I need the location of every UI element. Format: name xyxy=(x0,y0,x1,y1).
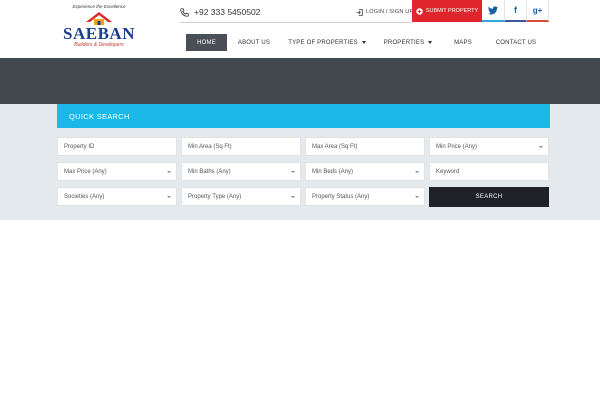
nav-item-type-of-properties[interactable]: TYPE OF PROPERTIES xyxy=(281,34,373,51)
property-type-select[interactable]: Property Type (Any) xyxy=(181,187,301,206)
facebook-button[interactable]: f xyxy=(504,0,526,22)
select-value: Min Baths (Any) xyxy=(188,168,231,175)
field-placeholder: Max Area (Sq Ft) xyxy=(312,143,358,150)
site-header: Experience the Excellence SAEBAN Builder… xyxy=(0,0,600,58)
twitter-button[interactable] xyxy=(482,0,504,22)
chevron-down-icon xyxy=(167,171,171,173)
topbar-divider xyxy=(180,22,412,23)
min-price-select[interactable]: Min Price (Any) xyxy=(429,137,549,156)
phone-icon xyxy=(180,7,189,17)
max-price-select[interactable]: Max Price (Any) xyxy=(57,162,177,181)
main-nav: HOME ABOUT US TYPE OF PROPERTIES PROPERT… xyxy=(186,34,549,51)
select-value: Min Beds (Any) xyxy=(312,168,354,175)
chevron-down-icon xyxy=(167,196,171,198)
chevron-down-icon xyxy=(428,41,433,44)
login-label: LOGIN / SIGN UP xyxy=(366,9,414,15)
logo-name: SAEBAN xyxy=(63,24,135,43)
nav-label: CONTACT US xyxy=(495,39,537,46)
nav-label: TYPE OF PROPERTIES xyxy=(288,39,358,46)
submit-property-button[interactable]: SUBMIT PROPERTY xyxy=(412,0,482,22)
field-placeholder: Property ID xyxy=(64,143,95,150)
site-logo[interactable]: Experience the Excellence SAEBAN Builder… xyxy=(58,4,140,54)
chevron-down-icon xyxy=(291,171,295,173)
facebook-icon: f xyxy=(514,5,517,15)
property-id-input[interactable]: Property ID xyxy=(57,137,177,156)
field-placeholder: Min Area (Sq Ft) xyxy=(188,143,232,150)
select-value: Societies (Any) xyxy=(64,193,105,200)
nav-label: ABOUT US xyxy=(237,39,271,46)
chevron-down-icon xyxy=(291,196,295,198)
twitter-icon xyxy=(488,5,498,14)
max-area-input[interactable]: Max Area (Sq Ft) xyxy=(305,137,425,156)
google-plus-button[interactable]: g+ xyxy=(526,0,549,22)
logo-subtitle: Builders & Developers xyxy=(74,42,124,48)
select-value: Property Type (Any) xyxy=(188,193,242,200)
societies-select[interactable]: Societies (Any) xyxy=(57,187,177,206)
google-plus-icon: g+ xyxy=(532,5,543,15)
min-area-input[interactable]: Min Area (Sq Ft) xyxy=(181,137,301,156)
search-button-label: SEARCH xyxy=(475,194,503,200)
logo-tagline: Experience the Excellence xyxy=(72,4,126,9)
chevron-down-icon xyxy=(415,171,419,173)
hero-banner xyxy=(0,58,600,104)
plus-circle-icon xyxy=(416,7,423,15)
select-value: Max Price (Any) xyxy=(64,168,107,175)
chevron-down-icon xyxy=(539,146,543,148)
property-status-select[interactable]: Property Status (Any) xyxy=(305,187,425,206)
select-value: Min Price (Any) xyxy=(436,143,478,150)
select-value: Property Status (Any) xyxy=(312,193,370,200)
field-placeholder: Keyword xyxy=(436,168,460,175)
keyword-input[interactable]: Keyword xyxy=(429,162,549,181)
nav-item-home[interactable]: HOME xyxy=(186,34,227,51)
nav-item-properties[interactable]: PROPERTIES xyxy=(373,34,443,51)
quick-search-title: QUICK SEARCH xyxy=(57,104,550,128)
phone-number: +92 333 5450502 xyxy=(194,7,261,17)
min-beds-select[interactable]: Min Beds (Any) xyxy=(305,162,425,181)
chevron-down-icon xyxy=(361,41,366,44)
chevron-down-icon xyxy=(415,196,419,198)
nav-label: HOME xyxy=(197,39,216,46)
nav-item-about-us[interactable]: ABOUT US xyxy=(227,34,281,51)
login-signup-link[interactable]: LOGIN / SIGN UP xyxy=(356,6,413,18)
search-button[interactable]: SEARCH xyxy=(429,187,549,207)
nav-item-contact-us[interactable]: CONTACT US xyxy=(483,34,549,51)
nav-label: PROPERTIES xyxy=(383,39,425,46)
nav-item-maps[interactable]: MAPS xyxy=(443,34,483,51)
nav-label: MAPS xyxy=(454,39,472,46)
submit-property-label: SUBMIT PROPERTY xyxy=(425,8,479,14)
phone-contact[interactable]: +92 333 5450502 xyxy=(180,4,260,20)
min-baths-select[interactable]: Min Baths (Any) xyxy=(181,162,301,181)
login-icon xyxy=(356,8,363,16)
